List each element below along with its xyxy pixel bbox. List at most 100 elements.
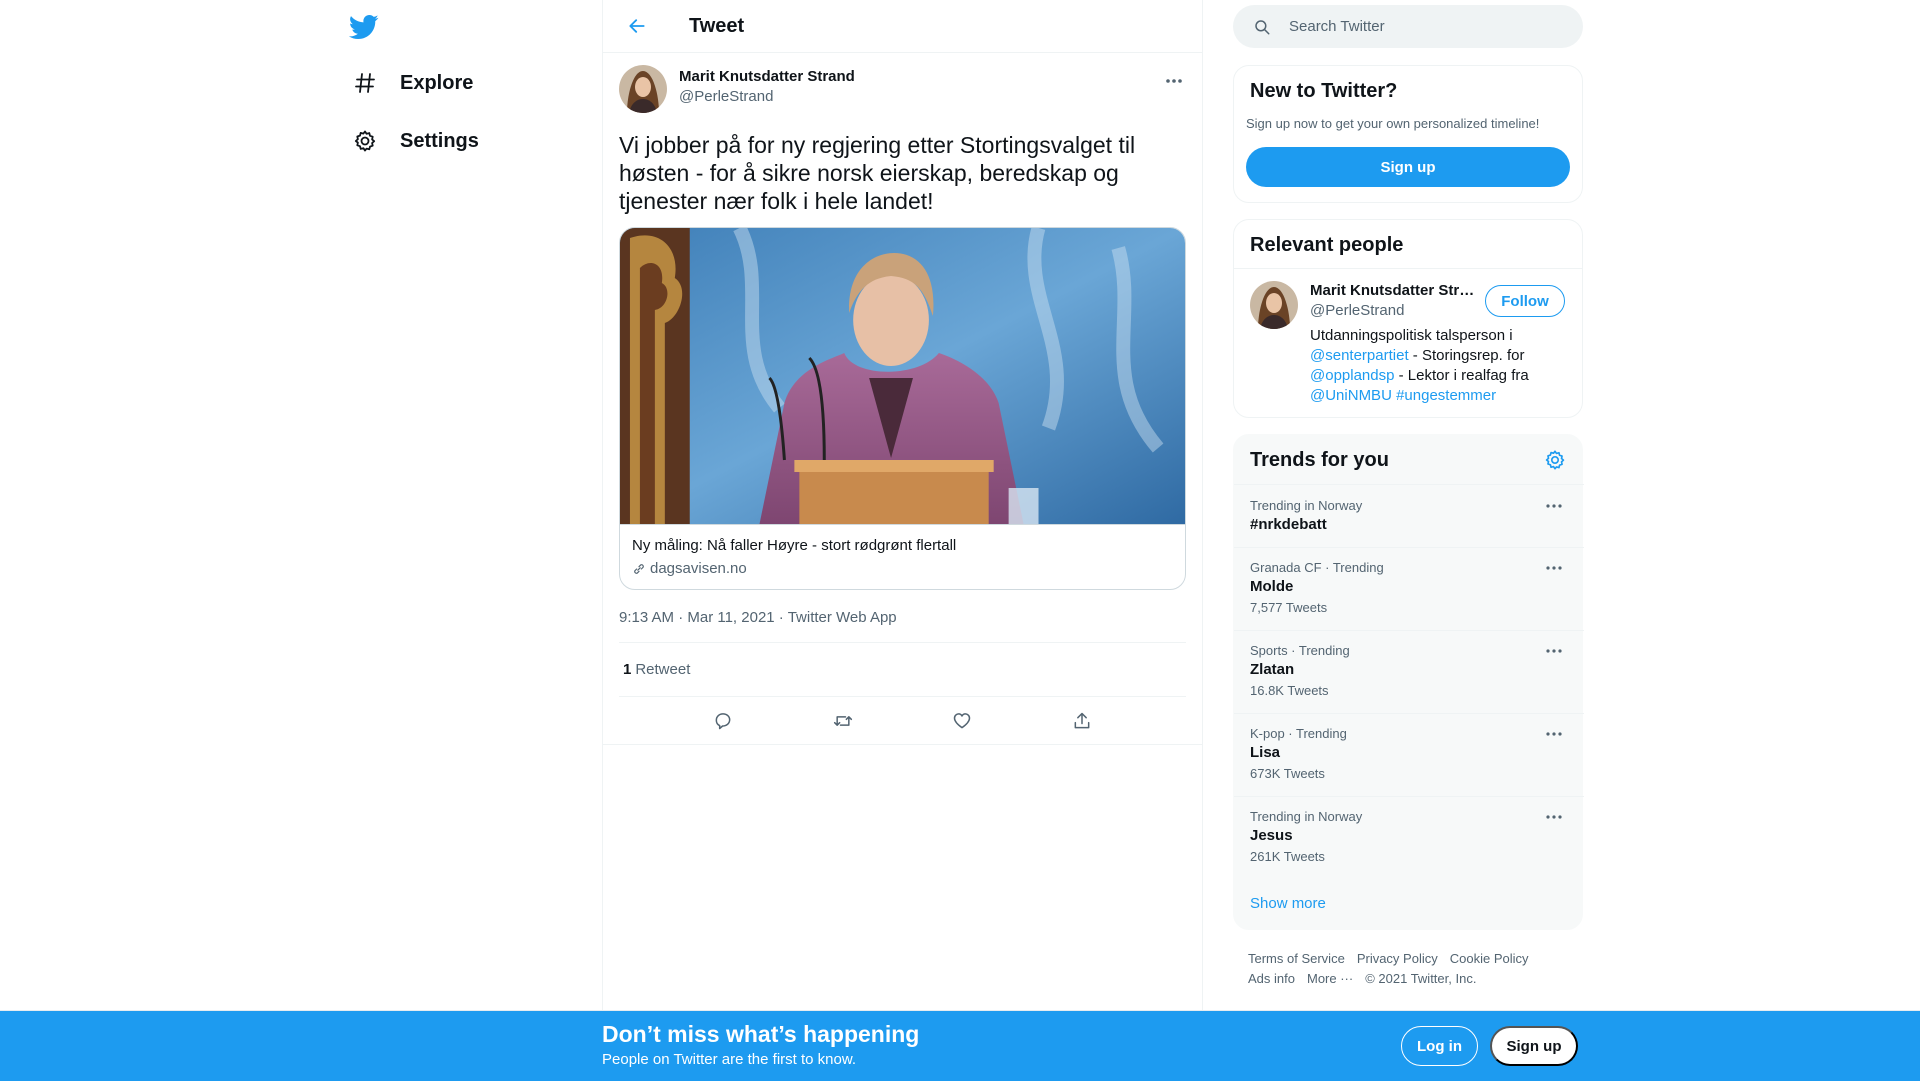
arrow-left-icon [629,19,645,33]
trend-name: #nrkdebatt [1250,516,1327,533]
trend-count: 673K Tweets [1250,766,1325,781]
nav-item-explore[interactable]: Explore [352,59,473,107]
bio-text: - Storingsrep. for [1408,347,1525,364]
trend-item[interactable]: Trending in Norway #nrkdebatt [1234,484,1584,547]
tweet-author: Marit Knutsdatter Strand @PerleStrand [619,65,1186,117]
heart-icon [954,712,971,728]
twitter-bird-icon[interactable] [348,12,379,42]
nav-item-label: Explore [400,71,474,94]
more-options-button[interactable] [1162,71,1186,91]
trend-item[interactable]: Trending in Norway Jesus 261K Tweets [1234,796,1584,879]
trend-count: 261K Tweets [1250,849,1325,864]
trend-name: Zlatan [1250,661,1295,678]
avatar[interactable] [619,65,667,113]
cookie-link[interactable]: Cookie Policy [1450,951,1529,966]
sign-up-button[interactable]: Sign up [1246,147,1570,187]
retweet-icon [833,715,852,726]
like-button[interactable] [945,704,979,738]
tweet-timestamp[interactable]: 9:13 AM · Mar 11, 2021 · Twitter Web App [619,609,1186,643]
author-handle[interactable]: @PerleStrand [679,88,855,105]
retweet-count: 1 [623,661,632,678]
retweet-button[interactable] [826,704,860,738]
banner-subtitle: People on Twitter are the first to know. [602,1051,857,1068]
show-more-link[interactable]: Show more [1250,895,1326,912]
main-column: Tweet Marit Knutsdatter Strand @PerleStr… [602,0,1203,1010]
more-dots-icon [1546,732,1562,736]
nav-item-label: Settings [400,129,479,152]
trend-item[interactable]: Granada CF · Trending Molde 7,577 Tweets [1234,547,1584,630]
author-name[interactable]: Marit Knutsdatter Strand [679,68,855,85]
more-options-button[interactable] [1544,809,1564,825]
trend-category: Sports · Trending [1250,643,1350,658]
avatar[interactable] [1250,281,1298,329]
more-options-button[interactable] [1544,560,1564,576]
page-title: Tweet [689,14,745,37]
relevant-people-panel: Relevant people Marit Knutsdatter Strand… [1233,219,1583,418]
panel-title: Trends for you [1250,449,1389,471]
tweet-actions [603,697,1202,745]
follow-button[interactable]: Follow [1485,285,1565,317]
share-button[interactable] [1065,704,1099,738]
card-domain: dagsavisen.no [632,560,1173,577]
search-icon [1255,19,1270,34]
share-icon [1074,712,1090,728]
bio-text: - Lektor i realfag fra [1394,367,1529,384]
person-name[interactable]: Marit Knutsdatter Strand [1310,282,1482,299]
link-icon [634,563,644,574]
search-box[interactable] [1233,5,1583,48]
more-dots-icon [1546,566,1562,570]
trend-count: 16.8K Tweets [1250,683,1329,698]
search-input[interactable] [1289,18,1549,35]
tweet: Marit Knutsdatter Strand @PerleStrand Vi… [603,53,1202,745]
trend-item[interactable]: K-pop · Trending Lisa 673K Tweets [1234,713,1584,796]
trend-category: Trending in Norway [1250,809,1363,824]
ads-info-link[interactable]: Ads info [1248,971,1295,986]
bio-link[interactable]: @opplandsp [1310,367,1394,384]
trend-name: Lisa [1250,744,1281,761]
sign-up-button[interactable]: Sign up [1490,1026,1578,1066]
bio-link[interactable]: @senterpartiet [1310,347,1409,364]
left-navigation: Explore Settings [340,0,602,1010]
more-link[interactable]: More ··· [1307,971,1353,986]
panel-subtitle: Sign up now to get your own personalized… [1246,116,1540,131]
person-handle[interactable]: @PerleStrand [1310,302,1404,319]
back-button[interactable] [619,8,655,44]
trend-name: Molde [1250,578,1294,595]
link-card[interactable]: Ny måling: Nå faller Høyre - stort rødgr… [619,227,1186,590]
more-options-button[interactable] [1544,643,1564,659]
trend-count: 7,577 Tweets [1250,600,1328,615]
gear-icon [352,128,378,154]
terms-link[interactable]: Terms of Service [1248,951,1345,966]
trends-panel: Trends for you Trending in Norway #nrkde… [1233,434,1584,930]
tweet-text: Vi jobber på for ny regjering etter Stor… [619,132,1136,214]
more-dots-icon [1546,815,1562,819]
card-domain-text: dagsavisen.no [650,560,747,577]
bio-link[interactable]: @UniNMBU [1310,387,1392,404]
new-to-twitter-panel: New to Twitter? Sign up now to get your … [1233,65,1583,203]
log-in-button[interactable]: Log in [1401,1026,1478,1066]
more-options-button[interactable] [1544,726,1564,742]
gear-icon[interactable] [1544,449,1568,473]
footer-links: Terms of Service Privacy Policy Cookie Pol… [1248,949,1578,989]
trend-name: Jesus [1250,827,1293,844]
hashtag-icon [352,70,378,96]
retweet-label: Retweet [635,661,691,678]
divider [1234,268,1582,269]
trend-category: Granada CF · Trending [1250,560,1384,575]
nav-item-settings[interactable]: Settings [352,117,479,165]
panel-title: New to Twitter? [1250,80,1398,102]
retweet-stats[interactable]: 1 Retweet [619,643,1186,697]
trend-category: Trending in Norway [1250,498,1363,513]
bio-text: Utdanningspolitisk talsperson i [1310,327,1513,344]
privacy-link[interactable]: Privacy Policy [1357,951,1438,966]
main-header: Tweet [603,0,1202,53]
bio-hashtag-link[interactable]: #ungestemmer [1396,387,1496,404]
reply-button[interactable] [706,704,740,738]
trend-category: K-pop · Trending [1250,726,1347,741]
person-bio: Utdanningspolitisk talsperson i @senterp… [1310,326,1570,406]
card-title: Ny måling: Nå faller Høyre - stort rødgr… [632,537,957,554]
copyright: © 2021 Twitter, Inc. [1365,971,1477,986]
more-options-button[interactable] [1544,498,1564,514]
more-dots-icon [1546,504,1562,508]
trend-item[interactable]: Sports · Trending Zlatan 16.8K Tweets [1234,630,1584,713]
